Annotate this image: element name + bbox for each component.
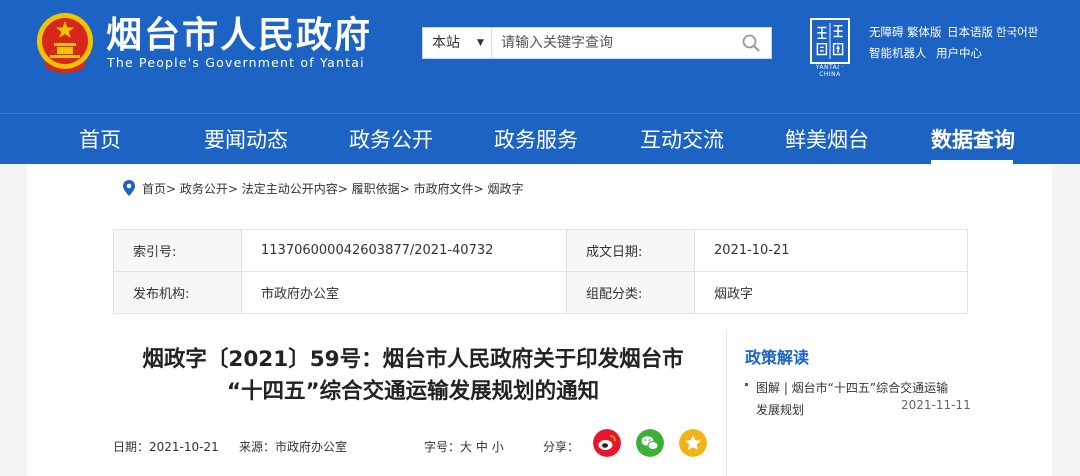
table-row: 发布机构: 市政府办公室 组配分类: 烟政字 xyxy=(113,271,968,314)
breadcrumb-separator: > xyxy=(337,182,352,196)
breadcrumb-separator: > xyxy=(227,182,242,196)
written-date-value: 2021-10-21 xyxy=(694,229,968,272)
breadcrumb-city-gov-documents[interactable]: 市政府文件 xyxy=(414,182,474,196)
written-date-label: 成文日期: xyxy=(566,229,695,272)
accessibility-link[interactable]: 无障碍 xyxy=(869,24,904,40)
publisher-value: 市政府办公室 xyxy=(241,271,567,314)
font-size-control: 字号：大 中 小 xyxy=(424,438,504,455)
category-value: 烟政字 xyxy=(694,271,968,314)
nav-gov-affairs-disclosure[interactable]: 政务公开 xyxy=(349,114,433,164)
policy-link-line-1: 图解 | 烟台市“十四五”综合交通运输 xyxy=(756,381,949,395)
main-nav: 首页 要闻动态 政务公开 政务服务 互动交流 鲜美烟台 数据查询 xyxy=(0,113,1080,164)
search-box: 本站 ▼ xyxy=(422,27,772,59)
breadcrumb-duty-basis[interactable]: 履职依据 xyxy=(352,182,400,196)
site-title[interactable]: 烟台市人民政府 xyxy=(106,14,372,58)
article-date-value: 2021-10-21 xyxy=(149,440,219,454)
traditional-chinese-link[interactable]: 繁体版 xyxy=(907,24,942,40)
site-header: 烟台市人民政府 The People's Government of Yanta… xyxy=(0,0,1080,113)
smart-robot-link[interactable]: 智能机器人 xyxy=(869,45,927,61)
policy-interpretation-title: 政策解读 xyxy=(745,348,810,367)
nav-home[interactable]: 首页 xyxy=(79,114,121,164)
caret-down-icon: ▼ xyxy=(477,38,484,48)
category-label: 组配分类: xyxy=(566,271,695,314)
publisher-label: 发布机构: xyxy=(113,271,242,314)
seal-caption: YANTAI · CHINA xyxy=(815,64,845,78)
search-scope-select[interactable]: 本站 ▼ xyxy=(423,28,492,58)
national-emblem-icon[interactable] xyxy=(36,12,94,74)
article-title: 烟政字〔2021〕59号：烟台市人民政府关于印发烟台市 “十四五”综合交通运输发… xyxy=(113,344,713,408)
weibo-icon[interactable] xyxy=(593,429,621,457)
nav-fresh-yantai[interactable]: 鲜美烟台 xyxy=(785,114,869,164)
breadcrumb-gov-affairs[interactable]: 政务公开 xyxy=(180,182,228,196)
table-row: 索引号: 113706000042603877/2021-40732 成文日期:… xyxy=(113,229,968,272)
article-date-label: 日期： xyxy=(113,440,150,454)
share-label: 分享： xyxy=(543,440,580,454)
index-number-label: 索引号: xyxy=(113,229,242,272)
column-divider xyxy=(726,330,727,476)
breadcrumb: 首页> 政务公开> 法定主动公开内容> 履职依据> 市政府文件> 烟政字 xyxy=(142,180,523,197)
location-pin-icon xyxy=(123,180,135,196)
breadcrumb-yanzhengzi[interactable]: 烟政字 xyxy=(487,182,523,196)
favorite-star-icon[interactable] xyxy=(679,429,707,457)
site-subtitle: The People's Government of Yantai xyxy=(107,55,365,70)
article-date: 日期：2021-10-21 xyxy=(113,438,219,455)
wechat-icon[interactable] xyxy=(636,429,664,457)
article-source: 来源：市政府办公室 xyxy=(239,438,347,455)
search-input[interactable] xyxy=(493,28,739,58)
font-size-medium[interactable]: 中 xyxy=(476,440,488,454)
search-scope-value: 本站 xyxy=(432,35,460,51)
nav-data-query[interactable]: 数据查询 xyxy=(931,114,1015,164)
article-title-line-1: 烟政字〔2021〕59号：烟台市人民政府关于印发烟台市 xyxy=(142,347,684,372)
font-size-large[interactable]: 大 xyxy=(460,440,472,454)
policy-interpretation-date: 2021-11-11 xyxy=(901,398,971,412)
breadcrumb-separator: > xyxy=(473,182,488,196)
article-source-value: 市政府办公室 xyxy=(275,440,348,454)
yantai-seal-logo[interactable] xyxy=(810,18,850,64)
search-icon[interactable] xyxy=(741,33,761,53)
breadcrumb-separator: > xyxy=(166,182,180,196)
nav-news[interactable]: 要闻动态 xyxy=(204,114,288,164)
list-bullet xyxy=(745,383,748,386)
font-size-label: 字号： xyxy=(424,440,461,454)
index-number-value: 113706000042603877/2021-40732 xyxy=(241,229,567,272)
document-meta-table: 索引号: 113706000042603877/2021-40732 成文日期:… xyxy=(113,229,968,314)
content-panel: 首页> 政务公开> 法定主动公开内容> 履职依据> 市政府文件> 烟政字 索引号… xyxy=(27,164,1052,476)
user-center-link[interactable]: 用户中心 xyxy=(936,45,982,61)
nav-gov-services[interactable]: 政务服务 xyxy=(494,114,578,164)
article-source-label: 来源： xyxy=(239,440,276,454)
nav-interaction[interactable]: 互动交流 xyxy=(640,114,724,164)
korean-version-link[interactable]: 한국어판 xyxy=(996,24,1038,40)
font-size-small[interactable]: 小 xyxy=(492,440,504,454)
breadcrumb-home[interactable]: 首页 xyxy=(142,182,166,196)
japanese-version-link[interactable]: 日本语版 xyxy=(947,24,993,40)
article-title-line-2: “十四五”综合交通运输发展规划的通知 xyxy=(226,379,600,404)
breadcrumb-separator: > xyxy=(399,182,414,196)
breadcrumb-statutory-content[interactable]: 法定主动公开内容 xyxy=(242,182,338,196)
